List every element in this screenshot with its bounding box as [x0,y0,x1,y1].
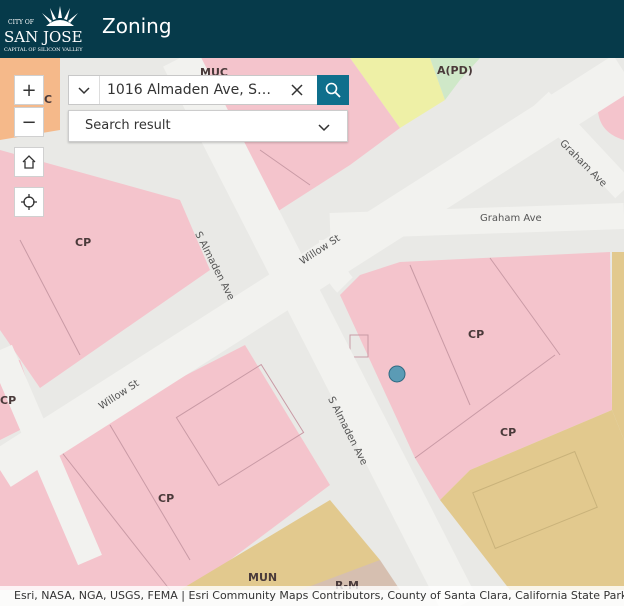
zone-label-cp: CP [0,394,17,407]
search-input[interactable]: 1016 Almaden Ave, San Jose, CA [107,76,279,104]
zoom-in-button[interactable]: + [14,75,44,105]
search-result-panel[interactable]: Search result [68,110,348,142]
zone-label-cp: CP [158,492,175,505]
zoom-out-button[interactable]: − [14,107,44,137]
search-widget: 1016 Almaden Ave, San Jose, CA [68,75,349,105]
zone-label-cp: CP [500,426,517,439]
search-source-dropdown[interactable] [69,76,100,104]
street-label-graham: Graham Ave [480,213,542,224]
home-icon [22,155,36,169]
logo-line3: CAPITAL OF SILICON VALLEY [4,47,83,53]
clear-search-button[interactable] [283,76,311,104]
location-marker[interactable] [388,365,406,383]
app-title: Zoning [102,14,172,38]
zone-label-apd: A(PD) [437,64,473,77]
search-icon [325,82,341,98]
home-button[interactable] [14,147,44,177]
zone-label-mun: MUN [248,571,278,584]
result-expand-button[interactable] [317,119,331,138]
tan-zone-parcel-right[interactable] [612,252,624,440]
sun-logo-icon: CITY OF SAN JOSE CAPITAL OF SILICON VALL… [4,6,83,53]
zone-label-cp: CP [75,236,92,249]
zone-label-c: C [44,93,53,106]
search-result-label: Search result [85,118,171,133]
city-logo[interactable]: CITY OF SAN JOSE CAPITAL OF SILICON VALL… [4,4,90,54]
logo-line2: SAN JOSE [4,28,83,46]
logo-line1: CITY OF [8,19,34,26]
app-header: CITY OF SAN JOSE CAPITAL OF SILICON VALL… [0,0,624,58]
chevron-down-icon [318,124,330,132]
locate-button[interactable] [14,187,44,217]
search-button[interactable] [317,75,349,105]
map-attribution: Esri, NASA, NGA, USGS, FEMA | Esri Commu… [0,586,624,606]
crosshair-icon [21,194,37,210]
chevron-down-icon [78,87,90,95]
zone-label-cp: CP [468,328,485,341]
close-icon [291,84,303,96]
